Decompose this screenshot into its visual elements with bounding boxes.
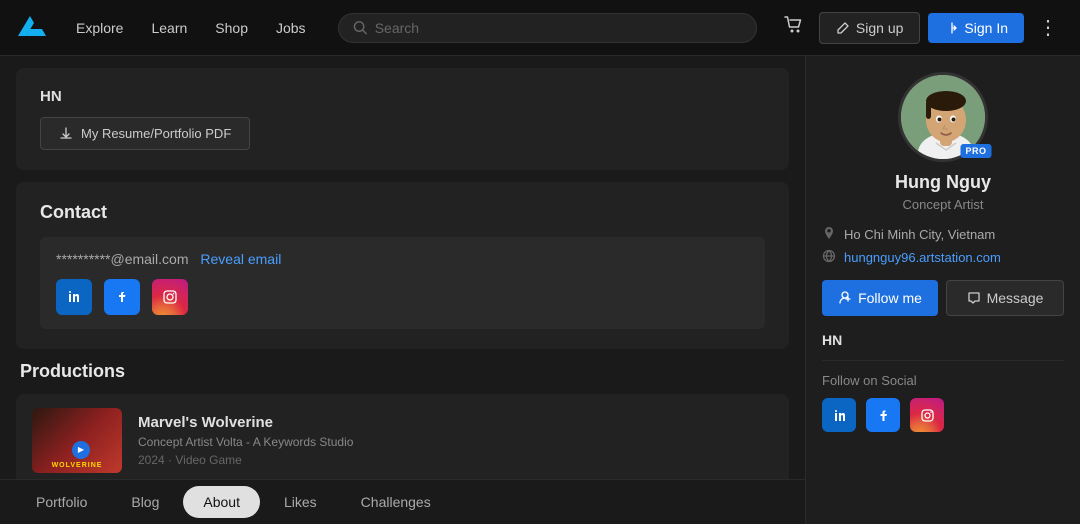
main-content: HN My Resume/Portfolio PDF Contact *****… bbox=[0, 56, 805, 524]
more-options-button[interactable]: ⋮ bbox=[1032, 11, 1064, 44]
message-button[interactable]: Message bbox=[946, 280, 1064, 316]
production-thumb: ▶ bbox=[32, 408, 122, 473]
instagram-icon[interactable] bbox=[152, 279, 188, 315]
nav-learn[interactable]: Learn bbox=[139, 14, 199, 42]
email-row: **********@email.com Reveal email bbox=[40, 237, 765, 329]
download-icon bbox=[59, 127, 73, 141]
location-icon bbox=[822, 226, 836, 243]
follow-social-label: Follow on Social bbox=[822, 373, 1064, 388]
production-item[interactable]: ▶ Marvel's Wolverine Concept Artist Volt… bbox=[16, 394, 789, 487]
cart-icon bbox=[783, 14, 805, 36]
nav-links: Explore Learn Shop Jobs bbox=[64, 14, 318, 42]
tab-likes[interactable]: Likes bbox=[264, 486, 337, 518]
tab-about[interactable]: About bbox=[183, 486, 260, 518]
contact-section: Contact **********@email.com Reveal emai… bbox=[16, 182, 789, 349]
hn-sidebar-label: HN bbox=[822, 332, 1064, 361]
tab-challenges[interactable]: Challenges bbox=[341, 486, 451, 518]
sidebar-facebook-icon[interactable] bbox=[866, 398, 900, 432]
productions-title: Productions bbox=[16, 361, 789, 382]
resume-button[interactable]: My Resume/Portfolio PDF bbox=[40, 117, 250, 150]
profile-sidebar: PRO Hung Nguy Concept Artist Ho Chi Minh… bbox=[805, 56, 1080, 524]
prod-title: Marvel's Wolverine bbox=[138, 414, 773, 431]
edit-icon bbox=[836, 21, 850, 35]
prod-meta: 2024 · Video Game bbox=[138, 453, 773, 467]
signin-icon bbox=[944, 21, 958, 35]
contact-social-icons bbox=[56, 279, 749, 315]
action-buttons: Follow me Message bbox=[822, 280, 1064, 316]
message-icon bbox=[967, 291, 981, 305]
profile-name: Hung Nguy bbox=[822, 172, 1064, 193]
prod-info: Marvel's Wolverine Concept Artist Volta … bbox=[138, 414, 773, 467]
email-text: **********@email.com Reveal email bbox=[56, 251, 749, 267]
search-bar bbox=[338, 13, 757, 43]
wolverine-thumb-bg: ▶ bbox=[32, 408, 122, 473]
signup-button[interactable]: Sign up bbox=[819, 12, 920, 44]
contact-title: Contact bbox=[40, 202, 765, 223]
reveal-email-link[interactable]: Reveal email bbox=[200, 251, 281, 267]
location-text: Ho Chi Minh City, Vietnam bbox=[844, 227, 995, 242]
tab-blog[interactable]: Blog bbox=[111, 486, 179, 518]
nav-jobs[interactable]: Jobs bbox=[264, 14, 318, 42]
globe-icon bbox=[822, 249, 836, 266]
search-icon bbox=[353, 20, 367, 35]
sidebar-social-icons bbox=[822, 398, 1064, 432]
nav-actions: Sign up Sign In ⋮ bbox=[777, 8, 1064, 48]
website-link[interactable]: hungnguy96.artstation.com bbox=[844, 250, 1001, 265]
location-row: Ho Chi Minh City, Vietnam bbox=[822, 226, 1064, 243]
profile-meta: Ho Chi Minh City, Vietnam hungnguy96.art… bbox=[822, 226, 1064, 266]
follow-icon bbox=[838, 291, 852, 305]
tabs-bar: Portfolio Blog About Likes Challenges bbox=[0, 479, 805, 524]
page-layout: HN My Resume/Portfolio PDF Contact *****… bbox=[0, 56, 1080, 524]
hn-resume-section: HN My Resume/Portfolio PDF bbox=[16, 68, 789, 170]
sidebar-linkedin-icon[interactable] bbox=[822, 398, 856, 432]
pro-badge: PRO bbox=[960, 144, 991, 158]
cart-button[interactable] bbox=[777, 8, 811, 48]
facebook-icon[interactable] bbox=[104, 279, 140, 315]
follow-button[interactable]: Follow me bbox=[822, 280, 938, 316]
profile-title-label: Concept Artist bbox=[822, 197, 1064, 212]
prod-subtitle: Concept Artist Volta - A Keywords Studio bbox=[138, 435, 773, 449]
search-input[interactable] bbox=[375, 20, 742, 36]
artstation-logo bbox=[16, 12, 48, 44]
signin-button[interactable]: Sign In bbox=[928, 13, 1024, 43]
avatar-wrap: PRO bbox=[822, 72, 1064, 162]
website-row: hungnguy96.artstation.com bbox=[822, 249, 1064, 266]
hn-label: HN bbox=[40, 88, 765, 105]
sidebar-instagram-icon[interactable] bbox=[910, 398, 944, 432]
tab-portfolio[interactable]: Portfolio bbox=[16, 486, 107, 518]
linkedin-icon[interactable] bbox=[56, 279, 92, 315]
navbar: Explore Learn Shop Jobs Sign up bbox=[0, 0, 1080, 56]
prod-icon: ▶ bbox=[72, 441, 90, 459]
nav-shop[interactable]: Shop bbox=[203, 14, 260, 42]
nav-explore[interactable]: Explore bbox=[64, 14, 135, 42]
